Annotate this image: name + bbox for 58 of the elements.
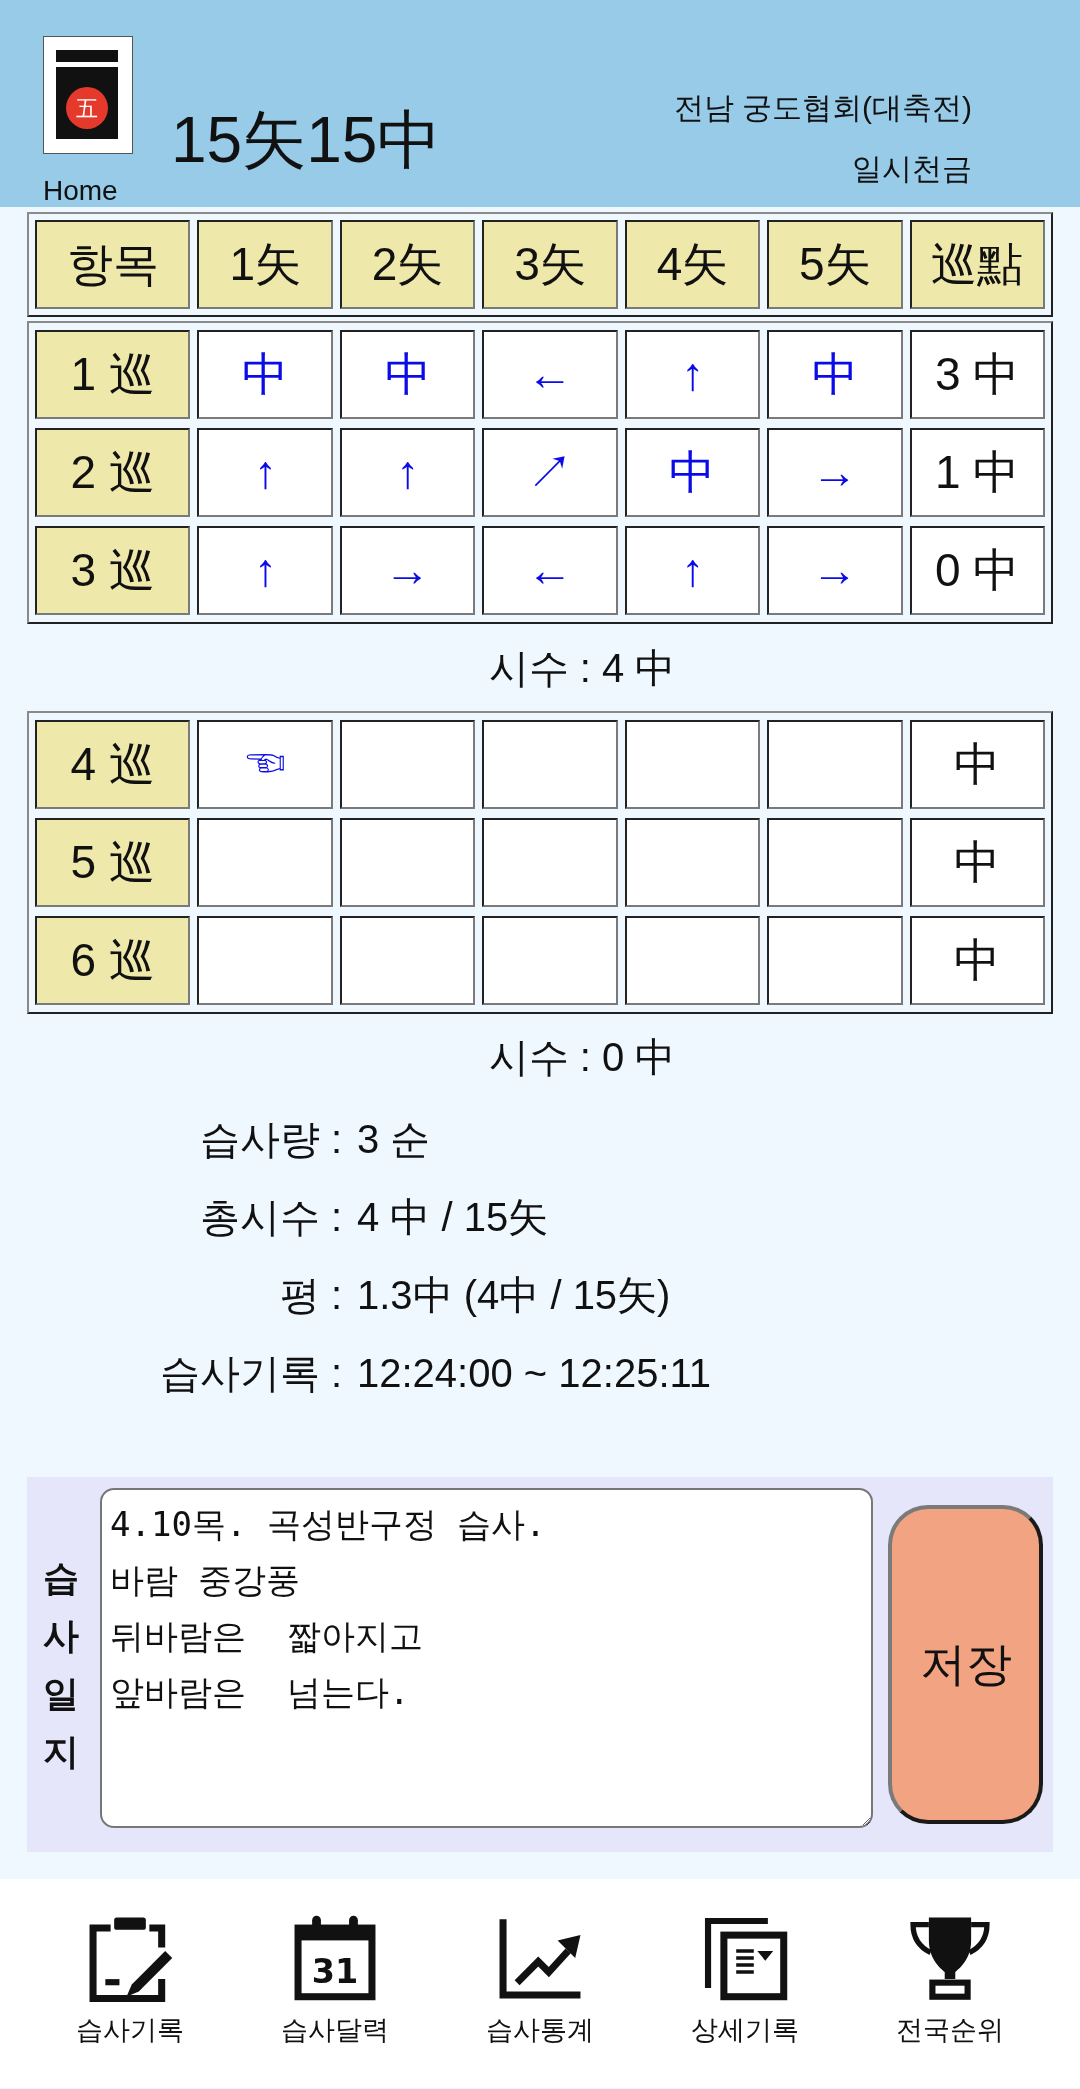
stat-label: 총시수 : <box>198 1194 342 1241</box>
stat-value: 1.3中 (4中 / 15矢) <box>357 1272 671 1319</box>
page-title: 15矢15中 <box>171 104 442 176</box>
shot-cell: ↑ <box>624 526 761 615</box>
shot-cell: ☜ <box>197 720 333 809</box>
nav-button[interactable]: 습사통계 <box>437 1879 643 2088</box>
round-total: 1 中 <box>909 428 1045 517</box>
shot-cell: → <box>767 428 903 517</box>
shot-cell: 中 <box>339 330 476 419</box>
shot-cell: 中 <box>197 330 333 419</box>
column-header: 5矢 <box>767 220 903 309</box>
save-button[interactable]: 저장 <box>888 1505 1043 1824</box>
nav-button[interactable]: 상세기록 <box>642 1879 848 2088</box>
shot-cell: 中 <box>624 428 761 517</box>
nav-button[interactable]: 습사기록 <box>28 1879 233 2088</box>
stat-value: 12:24:00 ~ 12:25:11 <box>357 1350 712 1397</box>
home-link[interactable]: Home <box>43 176 118 206</box>
column-header: 3矢 <box>482 220 618 309</box>
column-header: 1矢 <box>197 220 333 309</box>
stat-value: 3 순 <box>357 1116 431 1163</box>
round-label: 3 巡 <box>35 526 191 615</box>
round-label: 5 巡 <box>35 818 191 907</box>
stat-label: 평 : <box>278 1272 342 1319</box>
journal-textarea[interactable]: 4.10목. 곡성반구정 습사. 바람 중강풍 뒤바람은 짧아지고 앞바람은 넘는다. <box>100 1488 873 1828</box>
stat-value: 4 中 / 15矢 <box>357 1194 549 1241</box>
round-total: 3 中 <box>909 330 1045 419</box>
round-label: 1 巡 <box>35 330 191 419</box>
shot-cell: ↑ <box>624 330 761 419</box>
round-label: 6 巡 <box>35 916 191 1005</box>
shot-cell: ↑ <box>339 428 476 517</box>
nav-button[interactable]: 31 습사달력 <box>232 1879 438 2088</box>
shot-cell: ↑ <box>197 428 333 517</box>
round-subtotal: 시수 : 0 中 <box>488 1034 676 1081</box>
logo-icon[interactable]: 五 <box>43 36 133 154</box>
column-header: 항목 <box>35 220 191 309</box>
shot-cell: ↗ <box>482 428 618 517</box>
column-header: 巡點 <box>909 220 1045 309</box>
stat-label: 습사량 : <box>198 1116 342 1163</box>
round-label: 4 巡 <box>35 720 191 809</box>
round-label: 2 巡 <box>35 428 191 517</box>
shot-cell: → <box>767 526 903 615</box>
nav-button[interactable]: 전국순위 <box>847 1879 1052 2088</box>
shot-cell: ↑ <box>197 526 333 615</box>
shot-cell: ← <box>482 526 618 615</box>
shot-cell: 中 <box>767 330 903 419</box>
round-total: 0 中 <box>909 526 1045 615</box>
column-header: 2矢 <box>339 220 476 309</box>
round-total: 中 <box>909 720 1045 809</box>
association-name: 전남 궁도협회(대축전) <box>673 90 972 126</box>
round-total: 中 <box>909 916 1045 1005</box>
motto-text: 일시천금 <box>852 151 972 187</box>
stat-label: 습사기록 : <box>158 1350 342 1397</box>
shot-cell: → <box>339 526 476 615</box>
shot-cell: ← <box>482 330 618 419</box>
round-total: 中 <box>909 818 1045 907</box>
journal-label: 습사일지 <box>43 1555 79 1774</box>
column-header: 4矢 <box>624 220 761 309</box>
round-subtotal: 시수 : 4 中 <box>488 644 676 692</box>
